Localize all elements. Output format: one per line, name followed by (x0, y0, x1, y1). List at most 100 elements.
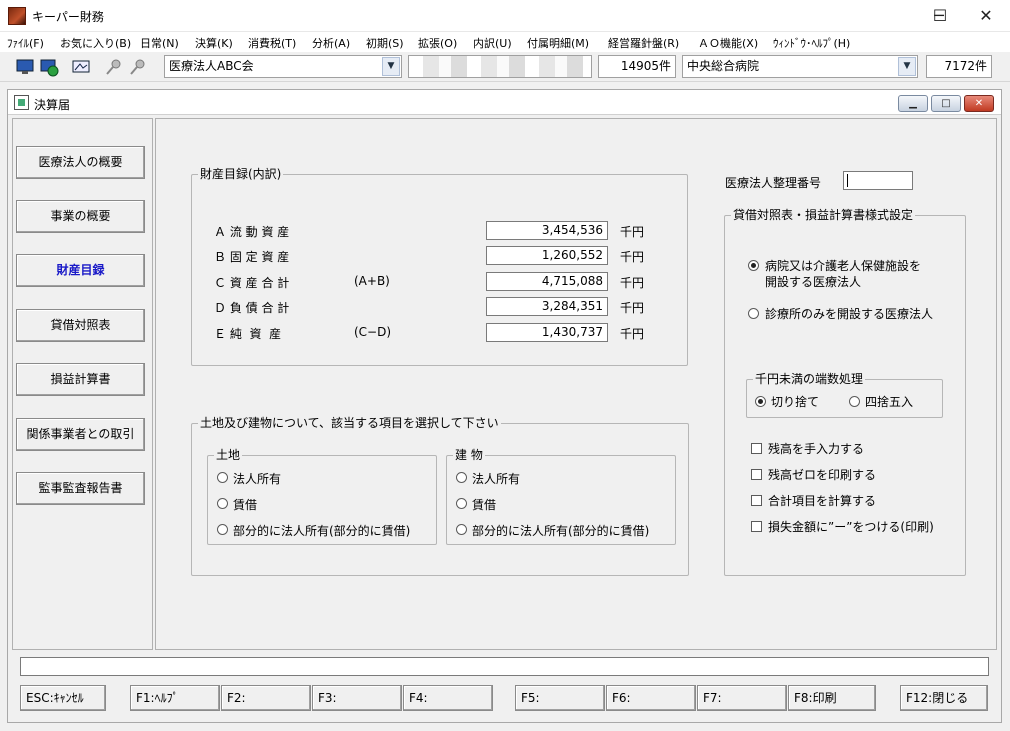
land-building-group: 土地及び建物について、該当する項目を選択して下さい 土地 法人所有 賃借 部分的… (191, 416, 689, 576)
menu-daily[interactable]: 日常(N) (140, 35, 179, 51)
close-icon[interactable]: ✕ (963, 0, 1009, 32)
toolbar: 医療法人ABC会 ▼ 14905件 中央総合病院 ▼ 7172件 (0, 52, 1010, 82)
menu-settlement[interactable]: 決算(K) (195, 35, 233, 51)
app-logo-icon (8, 7, 26, 25)
menu-bar: ﾌｧｲﾙ(F) お気に入り(B) 日常(N) 決算(K) 消費税(T) 分析(A… (0, 32, 1010, 52)
minimize-icon[interactable]: ▁ (898, 95, 928, 112)
menu-management-compass[interactable]: 経営羅針盤(R) (608, 35, 679, 51)
menu-initial[interactable]: 初期(S) (366, 35, 404, 51)
document-icon (14, 95, 29, 110)
sidebar-item-balance-sheet[interactable]: 貸借対照表 (16, 309, 145, 342)
land-building-label: 土地及び建物について、該当する項目を選択して下さい (198, 416, 501, 430)
company-count: 14905件 (598, 55, 676, 78)
window-title-bar: 決算届 ▁ □ ✕ (8, 90, 1001, 115)
land-label: 土地 (214, 448, 243, 462)
f6-button[interactable]: F6: (606, 685, 696, 711)
land-owned-radio[interactable] (217, 472, 228, 483)
rounding-label: 千円未満の端数処理 (753, 372, 866, 386)
settlement-report-window: 決算届 ▁ □ ✕ 医療法人の概要 事業の概要 財産目録 貸借対照表 損益計算書… (7, 89, 1002, 723)
menu-attached-details[interactable]: 付属明細(M) (527, 35, 589, 51)
land-group: 土地 法人所有 賃借 部分的に法人所有(部分的に賃借) (207, 448, 437, 545)
manual-balance-label: 残高を手入力する (768, 442, 865, 456)
main-panel: 財産目録(内訳) Ａ 流 動 資 産 3,454,536 千円 Ｂ 固 定 資 … (155, 118, 997, 650)
maximize-icon[interactable]: □ (931, 95, 961, 112)
f12-close-button[interactable]: F12:閉じる (900, 685, 988, 711)
facility-select[interactable]: 中央総合病院 ▼ (682, 55, 918, 78)
company-detail-field (408, 55, 592, 78)
total-assets-unit: 千円 (620, 276, 645, 290)
net-assets-label: Ｅ 純 資 産 (214, 327, 282, 341)
clinic-corp-radio[interactable] (748, 308, 759, 319)
net-assets-value[interactable]: 1,430,737 (486, 323, 608, 342)
loss-dash-checkbox[interactable] (751, 521, 762, 532)
hospital-corp-radio[interactable] (748, 260, 759, 271)
f2-button[interactable]: F2: (221, 685, 311, 711)
menu-file[interactable]: ﾌｧｲﾙ(F) (7, 35, 44, 51)
sidebar-item-audit-report[interactable]: 監事監査報告書 (16, 472, 145, 505)
company-select-value: 医療法人ABC会 (169, 59, 254, 73)
screen-icon[interactable] (71, 57, 91, 77)
print-zero-checkbox[interactable] (751, 469, 762, 480)
building-group: 建 物 法人所有 賃借 部分的に法人所有(部分的に賃借) (446, 448, 676, 545)
chevron-down-icon[interactable]: ▼ (898, 57, 916, 76)
sidebar-item-income-statement[interactable]: 損益計算書 (16, 363, 145, 396)
facility-select-value: 中央総合病院 (687, 59, 760, 73)
f7-button[interactable]: F7: (697, 685, 787, 711)
menu-breakdown[interactable]: 内訳(U) (473, 35, 512, 51)
f8-print-button[interactable]: F8:印刷 (788, 685, 876, 711)
menu-analysis[interactable]: 分析(A) (312, 35, 350, 51)
hospital-corp-label-line1: 病院又は介護老人保健施設を (765, 259, 922, 273)
f5-button[interactable]: F5: (515, 685, 605, 711)
f3-button[interactable]: F3: (312, 685, 402, 711)
esc-cancel-button[interactable]: ESC:ｷｬﾝｾﾙ (20, 685, 106, 711)
total-assets-note: (A+B) (354, 274, 390, 288)
hospital-corp-label-line2: 開設する医療法人 (765, 275, 862, 289)
close-icon[interactable]: ✕ (964, 95, 994, 112)
sidebar-item-property-inventory[interactable]: 財産目録 (16, 254, 145, 287)
net-assets-unit: 千円 (620, 327, 645, 341)
calc-totals-checkbox[interactable] (751, 495, 762, 506)
refresh-icon[interactable] (39, 57, 59, 77)
total-assets-value[interactable]: 4,715,088 (486, 272, 608, 291)
title-bar: キーパー財務 ─ ☐ ✕ (0, 0, 1010, 32)
building-partial-radio[interactable] (456, 524, 467, 535)
search-icon[interactable] (104, 57, 124, 77)
app-title: キーパー財務 (32, 10, 104, 24)
building-leased-radio[interactable] (456, 498, 467, 509)
print-zero-label: 残高ゼロを印刷する (768, 468, 877, 482)
menu-window-help[interactable]: ｳｨﾝﾄﾞｳ･ﾍﾙﾌﾟ(H) (773, 35, 850, 51)
fixed-assets-unit: 千円 (620, 250, 645, 264)
menu-consumption-tax[interactable]: 消費税(T) (248, 35, 296, 51)
loss-dash-label: 損失金額に”ー”をつける(印刷) (768, 520, 934, 534)
current-assets-value[interactable]: 3,454,536 (486, 221, 608, 240)
round-half-radio[interactable] (849, 396, 860, 407)
chevron-down-icon[interactable]: ▼ (382, 57, 400, 76)
menu-extension[interactable]: 拡張(O) (418, 35, 457, 51)
clinic-corp-label: 診療所のみを開設する医療法人 (765, 307, 934, 321)
menu-ao-functions[interactable]: ＡＯ機能(X) (698, 35, 758, 51)
f1-help-button[interactable]: F1:ﾍﾙﾌﾟ (130, 685, 220, 711)
format-settings-group: 貸借対照表・損益計算書様式設定 病院又は介護老人保健施設を 開設する医療法人 診… (724, 208, 966, 576)
round-half-label: 四捨五入 (865, 395, 914, 409)
sidebar-item-corporation-overview[interactable]: 医療法人の概要 (16, 146, 145, 179)
registration-number-input[interactable] (843, 171, 913, 190)
sidebar-item-business-overview[interactable]: 事業の概要 (16, 200, 145, 233)
menu-favorites[interactable]: お気に入り(B) (60, 35, 131, 51)
search-next-icon[interactable] (128, 57, 148, 77)
rounding-group: 千円未満の端数処理 切り捨て 四捨五入 (746, 372, 943, 418)
building-owned-radio[interactable] (456, 472, 467, 483)
f4-button[interactable]: F4: (403, 685, 493, 711)
current-assets-label: Ａ 流 動 資 産 (214, 225, 290, 239)
sidebar: 医療法人の概要 事業の概要 財産目録 貸借対照表 損益計算書 関係事業者との取引… (12, 118, 153, 650)
fixed-assets-value[interactable]: 1,260,552 (486, 246, 608, 265)
land-leased-radio[interactable] (217, 498, 228, 509)
round-down-radio[interactable] (755, 396, 766, 407)
sidebar-item-related-transactions[interactable]: 関係事業者との取引 (16, 418, 145, 451)
monitor-icon[interactable] (15, 57, 35, 77)
total-liabilities-value[interactable]: 3,284,351 (486, 297, 608, 316)
maximize-icon[interactable]: ☐ (917, 0, 963, 32)
company-select[interactable]: 医療法人ABC会 ▼ (164, 55, 402, 78)
status-message-field (20, 657, 989, 676)
land-partial-radio[interactable] (217, 524, 228, 535)
manual-balance-checkbox[interactable] (751, 443, 762, 454)
